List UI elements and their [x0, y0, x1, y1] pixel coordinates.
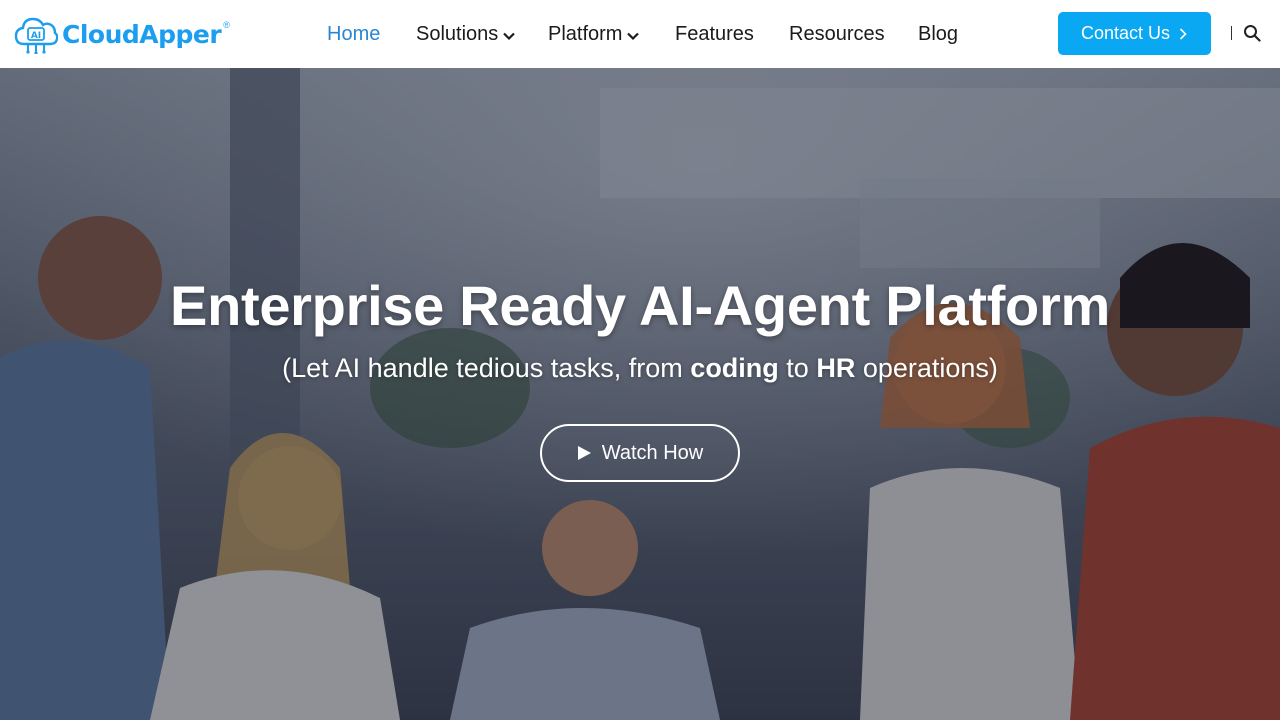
- nav-item-home[interactable]: Home: [327, 20, 380, 48]
- cloud-ai-logo-icon: AI: [14, 17, 58, 54]
- contact-us-button[interactable]: Contact Us: [1058, 12, 1211, 55]
- chevron-down-icon: [503, 32, 516, 40]
- hero-subtitle: (Let AI handle tedious tasks, from codin…: [0, 353, 1280, 384]
- nav-item-label: Platform: [548, 22, 623, 45]
- nav-item-label: Features: [675, 22, 754, 45]
- contact-us-label: Contact Us: [1080, 23, 1171, 43]
- watch-how-label: Watch How: [601, 441, 704, 464]
- play-icon: [577, 446, 591, 460]
- hero-subtitle-part: to: [778, 353, 817, 383]
- header-divider: [1231, 26, 1232, 40]
- hero-subtitle-part: operations): [855, 353, 998, 383]
- nav-item-features[interactable]: Features: [675, 20, 754, 48]
- nav-item-platform[interactable]: Platform: [548, 20, 640, 48]
- nav-item-label: Solutions: [416, 22, 499, 45]
- site-header: AI CloudApper ® Home Solutions Platform …: [0, 0, 1280, 68]
- nav-item-label: Blog: [918, 22, 959, 45]
- hero-subtitle-part: (Let AI handle tedious tasks, from: [282, 353, 691, 383]
- watch-how-button[interactable]: Watch How: [540, 424, 740, 482]
- nav-item-resources[interactable]: Resources: [789, 20, 885, 48]
- hero-title: Enterprise Ready AI-Agent Platform: [170, 274, 1110, 337]
- nav-item-solutions[interactable]: Solutions: [416, 20, 516, 48]
- nav-item-blog[interactable]: Blog: [918, 20, 958, 48]
- logo-badge: AI: [31, 31, 41, 41]
- chevron-down-icon: [627, 32, 640, 40]
- hero-overlay: [0, 68, 1280, 720]
- hero-subtitle-highlight: HR: [816, 353, 856, 383]
- registered-mark: ®: [223, 20, 230, 30]
- hero-subtitle-highlight: coding: [690, 353, 779, 383]
- hero-section: Enterprise Ready AI-Agent Platform (Let …: [0, 68, 1280, 720]
- search-icon[interactable]: [1243, 24, 1261, 42]
- nav-item-label: Resources: [789, 22, 885, 45]
- nav-item-label: Home: [327, 22, 381, 45]
- brand-name: CloudApper: [62, 19, 222, 49]
- chevron-right-icon: [1179, 27, 1187, 40]
- brand-logo[interactable]: AI CloudApper ®: [14, 14, 230, 54]
